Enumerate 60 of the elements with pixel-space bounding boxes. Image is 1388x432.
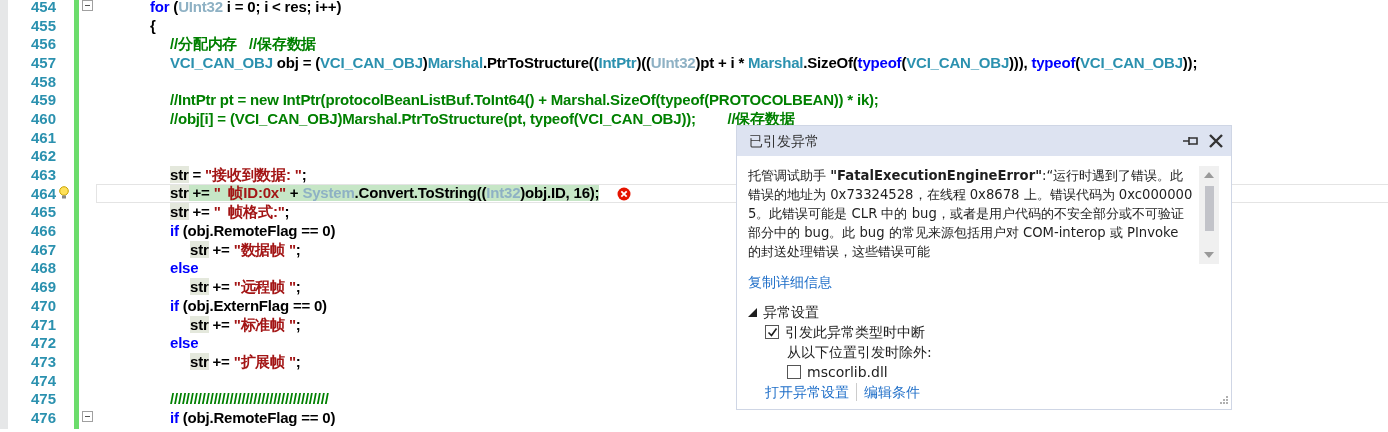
checkbox[interactable] xyxy=(765,325,779,339)
code-line: if (obj.RemoteFlag == 0) xyxy=(170,408,336,426)
exception-label: 从以下位置引发时除外: xyxy=(787,343,932,362)
code-line: { xyxy=(150,16,156,34)
line-number: 471 xyxy=(29,316,56,332)
line-number: 463 xyxy=(29,167,56,183)
line-number: 459 xyxy=(29,92,56,108)
line-number: 457 xyxy=(29,54,56,70)
collapse-icon[interactable] xyxy=(82,0,93,11)
code-line: for (UInt32 i = 0; i < res; i++) xyxy=(150,0,342,15)
line-number: 475 xyxy=(29,391,56,407)
code-line: str = "接收到数据: "; xyxy=(170,166,307,184)
section-title: 异常设置 xyxy=(763,303,819,322)
line-number: 456 xyxy=(29,36,56,52)
copy-details-link[interactable]: 复制详细信息 xyxy=(748,272,832,293)
code-line: else xyxy=(170,259,199,277)
line-number: 469 xyxy=(29,279,56,295)
code-line: if (obj.ExternFlag == 0) xyxy=(170,296,327,314)
line-number: 473 xyxy=(29,353,56,369)
code-line: VCI_CAN_OBJ obj = (VCI_CAN_OBJ)Marshal.PtrToStructure((IntPtr)((UInt32)pt + i * Marshal.SizeOf(typeof(VCI_CAN_OBJ))), typeof(VCI_CAN_OBJ)); xyxy=(170,53,1198,71)
line-number: 476 xyxy=(29,409,56,425)
line-number: 458 xyxy=(29,73,56,89)
line-number: 461 xyxy=(29,129,56,145)
line-number: 455 xyxy=(29,17,56,33)
code-line: //分配内存 //保存数据 xyxy=(170,35,317,53)
popup-title: 已引发异常 xyxy=(749,131,820,151)
code-line: else xyxy=(170,334,199,352)
line-number: 467 xyxy=(29,241,56,257)
line-number: 464 xyxy=(29,185,56,201)
checkbox-label: 引发此异常类型时中断 xyxy=(785,323,925,342)
error-message: 托管调试助手 "FatalExecutionEngineError":“运行时遇到了错误。此错误的地址为 0x73324528，在线程 0x8678 上。错误代码为 0xc0000005。此错误可能是 CLR 中的 bug，或者是用户代码的不安全部分或不可验证部分中的 bug。此 bug 的常见来源包括用户对 COM-interop 或 PInvoke 的封送处理错误，这些错误可能 xyxy=(748,167,1194,261)
pin-icon[interactable] xyxy=(1183,135,1199,147)
code-line: str += " 帧格式:"; xyxy=(170,203,290,221)
close-icon[interactable] xyxy=(1209,134,1223,148)
lightbulb-icon[interactable] xyxy=(58,185,70,200)
code-line: //IntPtr pt = new IntPtr(protocolBeanListBuf.ToInt64() + Marshal.SizeOf(typeof(PROTOCOLBEAN)) * ik); xyxy=(170,91,879,109)
expand-icon[interactable] xyxy=(748,307,757,317)
settings-link[interactable]: 编辑条件 xyxy=(864,382,920,402)
code-line: str += "标准帧 "; xyxy=(190,315,301,333)
code-line: if (obj.RemoteFlag == 0) xyxy=(170,222,336,240)
line-number: 474 xyxy=(29,372,56,388)
checkbox-label: mscorlib.dll xyxy=(807,363,888,382)
code-line: str += "扩展帧 "; xyxy=(190,352,301,370)
line-number: 468 xyxy=(29,260,56,276)
code-line: str += "数据帧 "; xyxy=(190,240,301,258)
line-number: 454 xyxy=(29,0,56,14)
line-number: 460 xyxy=(29,110,56,126)
scroll-thumb[interactable] xyxy=(1205,186,1214,231)
settings-link[interactable]: 打开异常设置 xyxy=(765,382,849,402)
checkbox[interactable] xyxy=(787,365,801,379)
line-number: 470 xyxy=(29,297,56,313)
code-line: str += "远程帧 "; xyxy=(190,278,301,296)
scrollbar[interactable] xyxy=(1199,166,1219,264)
line-number: 466 xyxy=(29,223,56,239)
line-number: 465 xyxy=(29,204,56,220)
collapse-icon[interactable] xyxy=(82,411,93,423)
resize-grip[interactable] xyxy=(1217,395,1229,407)
code-line: //////////////////////////////////////// xyxy=(170,390,329,408)
line-number: 462 xyxy=(29,148,56,164)
line-number: 472 xyxy=(29,335,56,351)
